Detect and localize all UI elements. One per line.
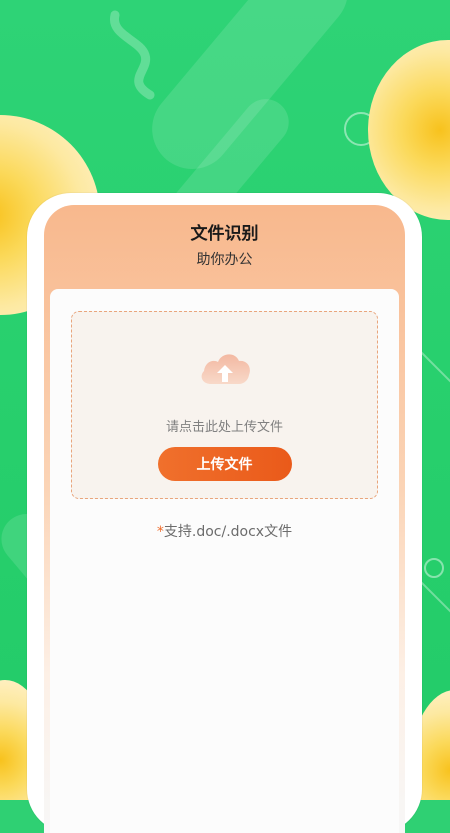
- phone-frame: 文件识别 助你办公 请点击此处上传文件 上传文件 *支持.doc/.docx文件: [27, 193, 422, 833]
- supported-formats-text: 支持.doc/.docx文件: [163, 524, 293, 540]
- supported-formats-note: *支持.doc/.docx文件: [50, 521, 399, 541]
- required-mark: *: [156, 524, 164, 540]
- content-card: 请点击此处上传文件 上传文件 *支持.doc/.docx文件: [50, 289, 399, 833]
- phone-screen: 文件识别 助你办公 请点击此处上传文件 上传文件 *支持.doc/.docx文件: [44, 205, 405, 833]
- upload-button[interactable]: 上传文件: [157, 447, 292, 481]
- page-subtitle: 助你办公: [196, 252, 253, 268]
- bg-ring: [424, 558, 444, 578]
- cloud-upload-icon: [201, 354, 250, 384]
- page-title: 文件识别: [190, 224, 259, 244]
- upload-area[interactable]: 请点击此处上传文件 上传文件: [71, 311, 378, 499]
- bg-squiggle: [110, 10, 155, 100]
- upload-hint: 请点击此处上传文件: [165, 420, 283, 435]
